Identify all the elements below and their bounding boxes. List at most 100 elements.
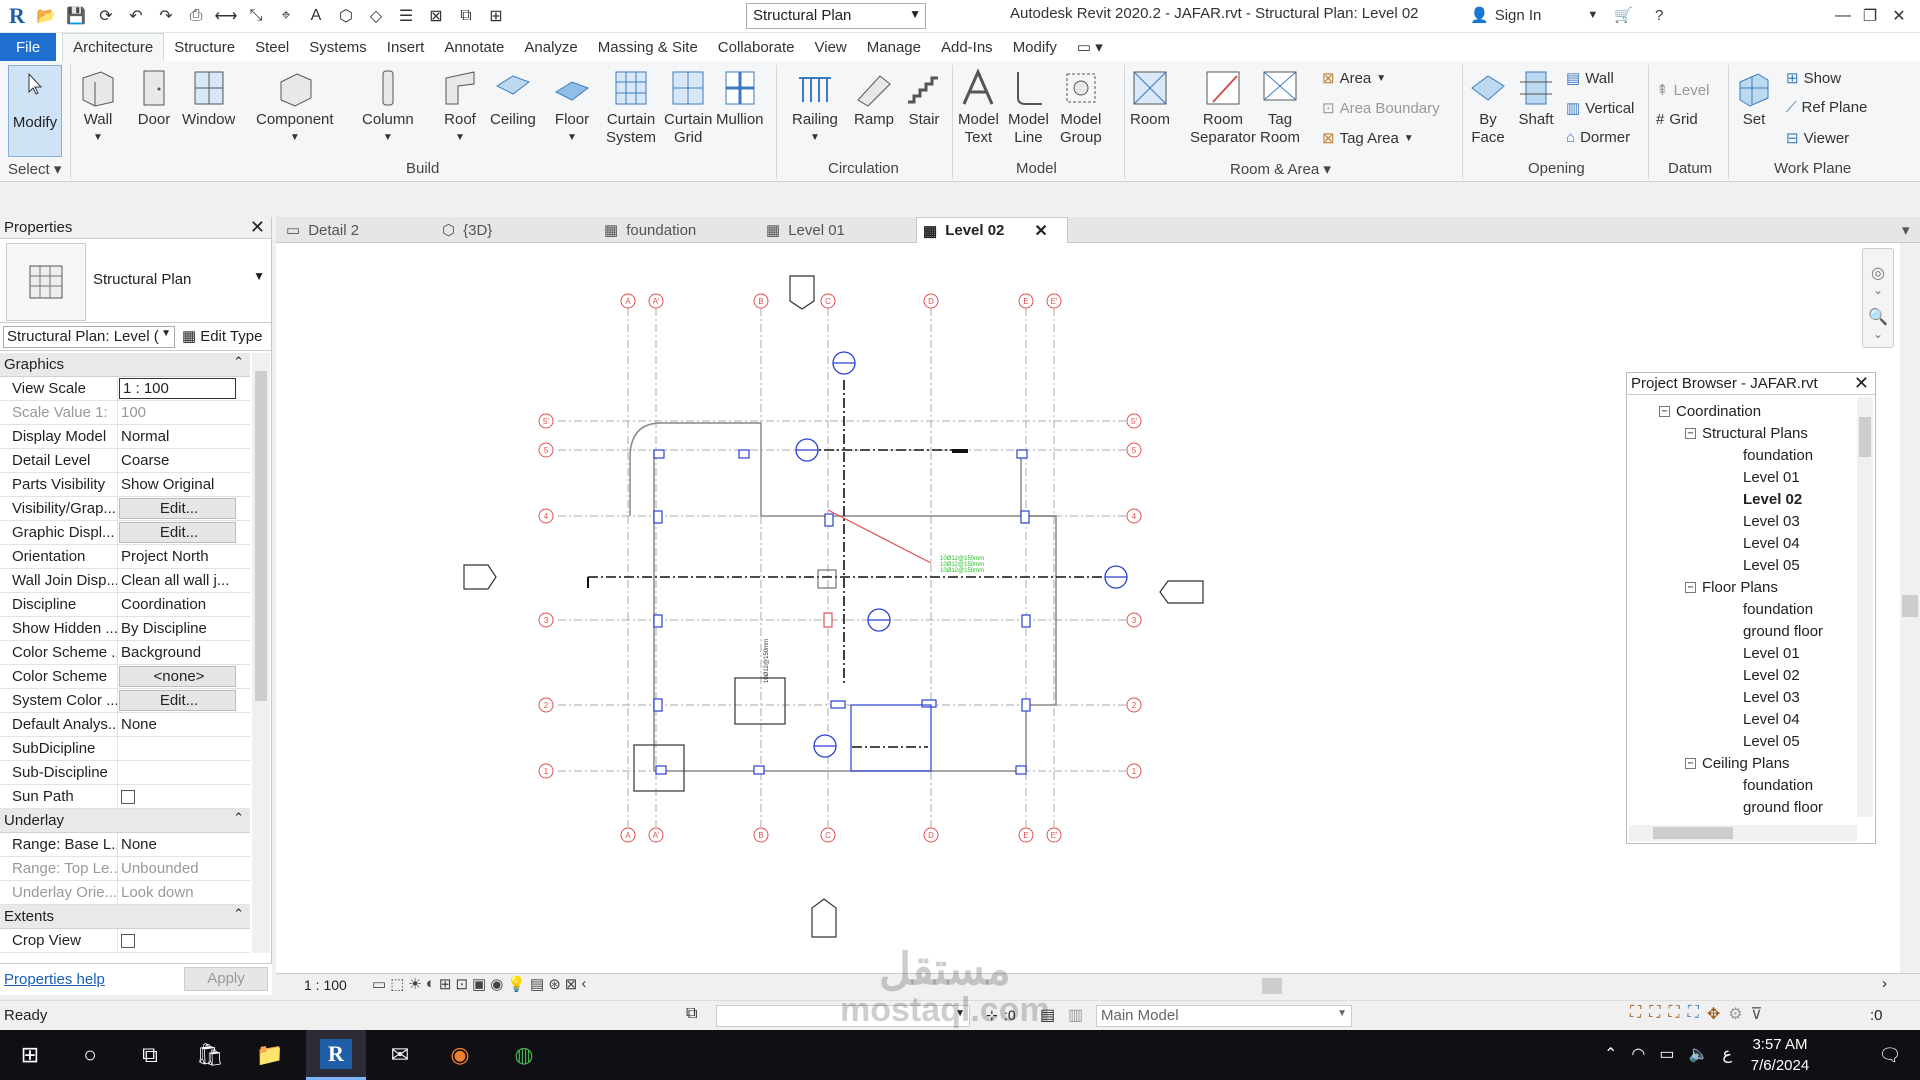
property-row[interactable]: Color Scheme <none> xyxy=(0,665,250,689)
type-selector[interactable]: Structural Plan ▼ xyxy=(0,239,271,323)
collapse-toggle-icon[interactable]: − xyxy=(1659,406,1670,417)
tab-detail-2[interactable]: ▭ Detail 2 xyxy=(280,217,398,243)
tree-item-view[interactable]: Level 03 xyxy=(1743,689,1800,706)
property-value[interactable]: Edit... xyxy=(119,522,236,543)
task-view-icon[interactable]: ⧉ xyxy=(120,1030,180,1080)
property-value[interactable] xyxy=(118,761,250,784)
cart-icon[interactable]: 🛒 xyxy=(1614,6,1633,24)
tree-item-view[interactable]: Level 02 xyxy=(1743,491,1802,508)
temporary-hide-icon[interactable]: ◉ xyxy=(490,975,503,993)
close-icon[interactable]: ✕ xyxy=(250,217,265,238)
properties-scrollbar[interactable] xyxy=(252,353,270,953)
tab-analyze[interactable]: Analyze xyxy=(514,33,587,61)
scroll-thumb[interactable] xyxy=(255,371,267,701)
zoom-icon[interactable]: 🔍 xyxy=(1863,307,1893,327)
viewer-button[interactable]: ⊟ Viewer xyxy=(1786,129,1849,148)
property-value[interactable]: Edit... xyxy=(119,690,236,711)
visual-style-icon[interactable]: ⬚ xyxy=(390,975,404,993)
tab-foundation[interactable]: ▦ foundation xyxy=(598,217,718,243)
property-value[interactable]: None xyxy=(118,833,250,856)
canvas-horizontal-thumb[interactable] xyxy=(1262,978,1282,994)
canvas-vertical-scrollbar[interactable] xyxy=(1900,243,1920,973)
open-icon[interactable]: 📂 xyxy=(34,5,58,27)
property-row[interactable]: Show Hidden ... By Discipline xyxy=(0,617,250,641)
maximize-button[interactable]: ❐ xyxy=(1857,4,1883,28)
scroll-thumb[interactable] xyxy=(1653,827,1733,839)
property-row[interactable]: Parts Visibility Show Original xyxy=(0,473,250,497)
property-value[interactable]: <none> xyxy=(119,666,236,687)
tab-level-02[interactable]: ▦ Level 02 ✕ xyxy=(916,217,1068,243)
tab-systems[interactable]: Systems xyxy=(299,33,377,61)
vertical-opening-button[interactable]: ▥ Vertical xyxy=(1566,99,1634,118)
level-button[interactable]: ⇞ Level xyxy=(1656,81,1709,100)
tab-add-ins[interactable]: Add-Ins xyxy=(931,33,1003,61)
tree-item-view[interactable]: Level 04 xyxy=(1743,711,1800,728)
tree-item-view[interactable]: foundation xyxy=(1743,447,1813,464)
switch-windows-icon[interactable]: ⧉ xyxy=(454,5,478,27)
tab-annotate[interactable]: Annotate xyxy=(434,33,514,61)
property-row[interactable]: Discipline Coordination xyxy=(0,593,250,617)
design-option-selector[interactable]: Main Model ▼ xyxy=(1096,1005,1352,1027)
column-button[interactable]: Column ▼ xyxy=(362,67,414,147)
property-row[interactable]: Color Scheme ... Background xyxy=(0,641,250,665)
property-value[interactable] xyxy=(118,929,250,952)
property-row[interactable]: View Scale 1 : 100 xyxy=(0,377,250,401)
tag-area-button[interactable]: ⊠ Tag Area ▼ xyxy=(1322,129,1414,148)
measure-icon[interactable]: ⟷ xyxy=(214,5,238,27)
property-value[interactable]: 100 xyxy=(118,401,250,424)
select-pinned-icon[interactable]: ⛶ xyxy=(1668,1004,1679,1024)
property-value[interactable] xyxy=(118,785,250,808)
browser-horizontal-scrollbar[interactable] xyxy=(1629,825,1857,841)
area-button[interactable]: ⊠ Area ▼ xyxy=(1322,69,1386,88)
tree-item-view[interactable]: Level 02 xyxy=(1743,667,1800,684)
chevron-up-icon[interactable]: ⌃ xyxy=(1604,1044,1617,1064)
tab-view[interactable]: View xyxy=(805,33,857,61)
select-menu[interactable]: Select ▾ xyxy=(8,160,61,178)
model-text-button[interactable]: Model Text xyxy=(958,67,999,147)
close-button[interactable]: ✕ xyxy=(1886,4,1912,28)
firefox-icon[interactable]: ◉ xyxy=(430,1030,490,1080)
property-row[interactable]: Sun Path xyxy=(0,785,250,809)
window-button[interactable]: Window xyxy=(182,67,235,129)
view-type-selector[interactable]: Structural Plan ▼ xyxy=(746,3,926,29)
property-row[interactable]: Sub-Discipline xyxy=(0,761,250,785)
tabs-menu-icon[interactable]: ▾ xyxy=(1896,217,1916,243)
worksharing-icon[interactable]: ⊛ xyxy=(548,975,561,993)
collapse-toggle-icon[interactable]: − xyxy=(1685,758,1696,769)
curtain-grid-button[interactable]: Curtain Grid xyxy=(664,67,712,147)
apply-button[interactable]: Apply xyxy=(184,967,268,991)
property-value[interactable]: Coarse xyxy=(118,449,250,472)
tag-room-button[interactable]: Tag Room xyxy=(1260,67,1300,147)
room-separator-button[interactable]: Room Separator xyxy=(1190,67,1256,147)
default-3d-icon[interactable]: ⬡ xyxy=(334,5,358,27)
scroll-thumb[interactable] xyxy=(1859,417,1871,457)
close-hidden-icon[interactable]: ⊠ xyxy=(424,5,448,27)
minimize-button[interactable]: — xyxy=(1830,4,1856,28)
model-group-button[interactable]: Model Group xyxy=(1060,67,1102,147)
wifi-icon[interactable]: ◠ xyxy=(1631,1044,1645,1064)
property-row[interactable]: System Color ... Edit... xyxy=(0,689,250,713)
property-value[interactable]: Show Original xyxy=(118,473,250,496)
redo-icon[interactable]: ↷ xyxy=(154,5,178,27)
property-row[interactable]: SubDicipline xyxy=(0,737,250,761)
chevron-down-icon[interactable]: ⌄ xyxy=(1863,327,1893,341)
close-icon[interactable]: ✕ xyxy=(1034,221,1047,241)
revit-logo-icon[interactable]: R xyxy=(6,3,28,28)
section-underlay[interactable]: Underlay ⌃ xyxy=(0,809,250,833)
tab-modify[interactable]: Modify xyxy=(1003,33,1067,61)
property-row[interactable]: Range: Top Le... Unbounded xyxy=(0,857,250,881)
windows-start-icon[interactable]: ⊞ xyxy=(0,1030,60,1080)
tab-file[interactable]: File xyxy=(0,33,57,61)
property-value[interactable]: By Discipline xyxy=(118,617,250,640)
wall-button[interactable]: Wall ▼ xyxy=(78,67,118,147)
curtain-system-button[interactable]: Curtain System xyxy=(606,67,656,147)
navigation-bar[interactable]: ◎ ⌄ 🔍 ⌄ xyxy=(1862,248,1894,348)
tab-structure[interactable]: Structure xyxy=(164,33,245,61)
show-workplane-button[interactable]: ⊞ Show xyxy=(1786,69,1841,88)
ribbon-minimize-toggle[interactable]: ▭ ▾ xyxy=(1067,33,1113,61)
ramp-button[interactable]: Ramp xyxy=(854,67,894,129)
crop-region-icon[interactable]: ▣ xyxy=(472,975,486,993)
scroll-left-icon[interactable]: ‹ xyxy=(581,975,586,993)
properties-help-link[interactable]: Properties help xyxy=(4,971,105,988)
sign-in-button[interactable]: 👤 Sign In ▼ 🛒 ? xyxy=(1470,6,1663,25)
